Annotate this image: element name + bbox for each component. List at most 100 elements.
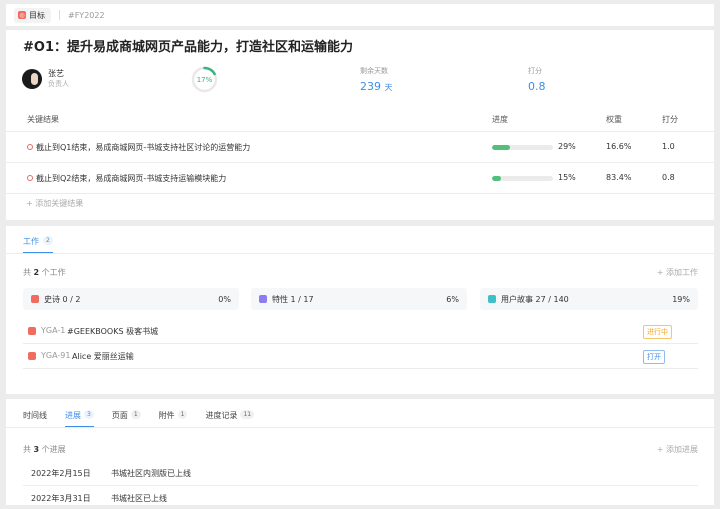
work-item-name[interactable]: Alice 爱丽丝运输 (72, 351, 134, 362)
tab-progress[interactable]: 进展 3 (65, 410, 94, 427)
progress-text[interactable]: 书城社区已上线 (111, 493, 167, 504)
tab-attachments[interactable]: 附件 1 (159, 410, 188, 427)
col-score: 打分 (662, 115, 678, 124)
work-count: 共 2 个工作 (23, 267, 66, 278)
add-key-result-label: 添加关键结果 (35, 199, 84, 208)
owner[interactable]: 张艺 负责人 (22, 68, 69, 89)
work-item-id[interactable]: YGA-91 (41, 351, 70, 360)
divider (6, 253, 714, 254)
key-results-header: 关键结果 进度 权重 打分 (6, 110, 714, 132)
feature-icon (259, 295, 267, 303)
key-result-progress: 15% (558, 173, 576, 182)
progress-date: 2022年2月15日 (31, 469, 91, 478)
summary-feature[interactable]: 特性 1 / 17 6% (251, 288, 467, 310)
remaining-days: 剩余天数 239 天 (360, 66, 393, 93)
progress-fill (492, 176, 502, 181)
remaining-days-value: 239 (360, 80, 381, 93)
col-key-result: 关键结果 (27, 115, 59, 124)
count-prefix: 共 (23, 268, 31, 277)
okr-detail-page: ◎ 目标 #FY2022 #O1：提升易成商城网页产品能力，打造社区和运输能力 … (6, 4, 714, 505)
remaining-days-label: 剩余天数 (360, 67, 388, 75)
objective-card: #O1：提升易成商城网页产品能力，打造社区和运输能力 张艺 负责人 17% 剩余… (6, 30, 714, 220)
summary-epic-label: 史诗 0 / 2 (44, 294, 81, 304)
count-number: 2 (33, 268, 40, 277)
summary-user-story[interactable]: 用户故事 27 / 140 19% (480, 288, 698, 310)
key-result-weight: 16.6% (606, 142, 632, 151)
col-progress: 进度 (492, 115, 508, 124)
progress-tabs: 时间线 进展 3 页面 1 附件 1 进度记录 11 (23, 410, 272, 427)
epic-icon (28, 327, 36, 335)
work-item-row[interactable]: YGA-91 Alice 爱丽丝运输 打开 (23, 344, 698, 369)
objective-title: #O1：提升易成商城网页产品能力，打造社区和运输能力 (23, 40, 353, 55)
epic-icon (31, 295, 39, 303)
add-progress-label: 添加进展 (666, 445, 698, 454)
divider (6, 427, 714, 428)
key-result-text[interactable]: 截止到Q1结束，易成商城网页-书城支持社区讨论的运营能力 (36, 142, 250, 153)
progress-text[interactable]: 书城社区内测版已上线 (111, 468, 191, 479)
tag-label: 目标 (29, 10, 45, 20)
key-result-progress-bar (492, 176, 553, 181)
tab-work[interactable]: 工作 2 (23, 236, 53, 253)
owner-role: 负责人 (48, 80, 69, 88)
score-value[interactable]: 0.8 (528, 80, 546, 93)
tab-pages-count: 1 (130, 410, 141, 419)
progress-count: 共 3 个进展 (23, 444, 66, 455)
status-badge[interactable]: 进行中 (643, 325, 672, 339)
tab-attachments-count: 1 (177, 410, 188, 419)
key-result-text[interactable]: 截止到Q2结束，易成商城网页-书城支持运输模块能力 (36, 173, 226, 184)
tab-timeline[interactable]: 时间线 (23, 410, 47, 427)
add-work-button[interactable]: + 添加工作 (657, 267, 698, 278)
tab-pages[interactable]: 页面 1 (112, 410, 141, 427)
objective-type-tag[interactable]: ◎ 目标 (14, 7, 51, 23)
work-item-name[interactable]: #GEEKBOOKS 极客书城 (67, 326, 158, 337)
top-bar: ◎ 目标 #FY2022 (6, 4, 714, 26)
work-item-id[interactable]: YGA-1 (41, 326, 65, 335)
summary-epic[interactable]: 史诗 0 / 2 0% (23, 288, 239, 310)
count-prefix: 共 (23, 445, 31, 454)
key-result-score[interactable]: 1.0 (662, 142, 675, 151)
summary-user-story-label: 用户故事 27 / 140 (501, 294, 569, 304)
user-story-icon (488, 295, 496, 303)
summary-epic-pct: 0% (218, 294, 231, 304)
objective-score: 打分 0.8 (528, 66, 546, 93)
tab-work-count: 2 (43, 236, 53, 245)
tab-pages-label: 页面 (111, 411, 128, 420)
add-key-result-button[interactable]: + 添加关键结果 (26, 198, 83, 209)
summary-user-story-pct: 19% (672, 294, 690, 304)
key-result-progress-bar (492, 145, 553, 150)
avatar (22, 68, 42, 89)
tab-work-label: 工作 (23, 237, 39, 246)
count-number: 3 (33, 445, 40, 454)
progress-ring-label: 17% (196, 75, 213, 84)
work-item-row[interactable]: YGA-1 #GEEKBOOKS 极客书城 进行中 (23, 319, 698, 344)
add-progress-button[interactable]: + 添加进展 (657, 444, 698, 455)
summary-feature-label: 特性 1 / 17 (272, 294, 314, 304)
progress-item[interactable]: 2022年3月31日 书城社区已上线 (23, 486, 698, 505)
key-result-weight: 83.4% (606, 173, 632, 182)
tab-progress-label: 进展 (65, 411, 81, 420)
breadcrumb[interactable]: #FY2022 (68, 11, 105, 20)
key-result-row[interactable]: 截止到Q1结束，易成商城网页-书城支持社区讨论的运营能力 29% 16.6% 1… (6, 132, 714, 163)
owner-name: 张艺 (48, 69, 64, 78)
key-result-row[interactable]: 截止到Q2结束，易成商城网页-书城支持运输模块能力 15% 83.4% 0.8 (6, 163, 714, 194)
plus-icon: + (656, 445, 664, 454)
key-result-score[interactable]: 0.8 (662, 173, 675, 182)
tab-progress-log-count: 11 (240, 410, 255, 419)
add-work-label: 添加工作 (666, 268, 698, 277)
tab-progress-log-label: 进度记录 (205, 411, 238, 420)
tab-progress-count: 3 (84, 410, 94, 419)
progress-card: 时间线 进展 3 页面 1 附件 1 进度记录 11 共 3 个进展 + 添加进展 20… (6, 399, 714, 505)
progress-date: 2022年3月31日 (31, 494, 91, 503)
progress-item[interactable]: 2022年2月15日 书城社区内测版已上线 (23, 461, 698, 486)
tab-timeline-label: 时间线 (23, 411, 47, 420)
key-result-progress: 29% (558, 142, 576, 151)
plus-icon: + (656, 268, 664, 277)
progress-fill (492, 145, 510, 150)
plus-icon: + (26, 199, 33, 208)
status-badge[interactable]: 打开 (643, 350, 665, 364)
count-suffix: 个工作 (41, 268, 66, 277)
work-card: 工作 2 共 2 个工作 + 添加工作 史诗 0 / 2 0% 特性 1 / 1… (6, 226, 714, 394)
count-suffix: 个进展 (41, 445, 66, 454)
tab-progress-log[interactable]: 进度记录 11 (205, 410, 255, 427)
tab-attachments-label: 附件 (158, 411, 175, 420)
